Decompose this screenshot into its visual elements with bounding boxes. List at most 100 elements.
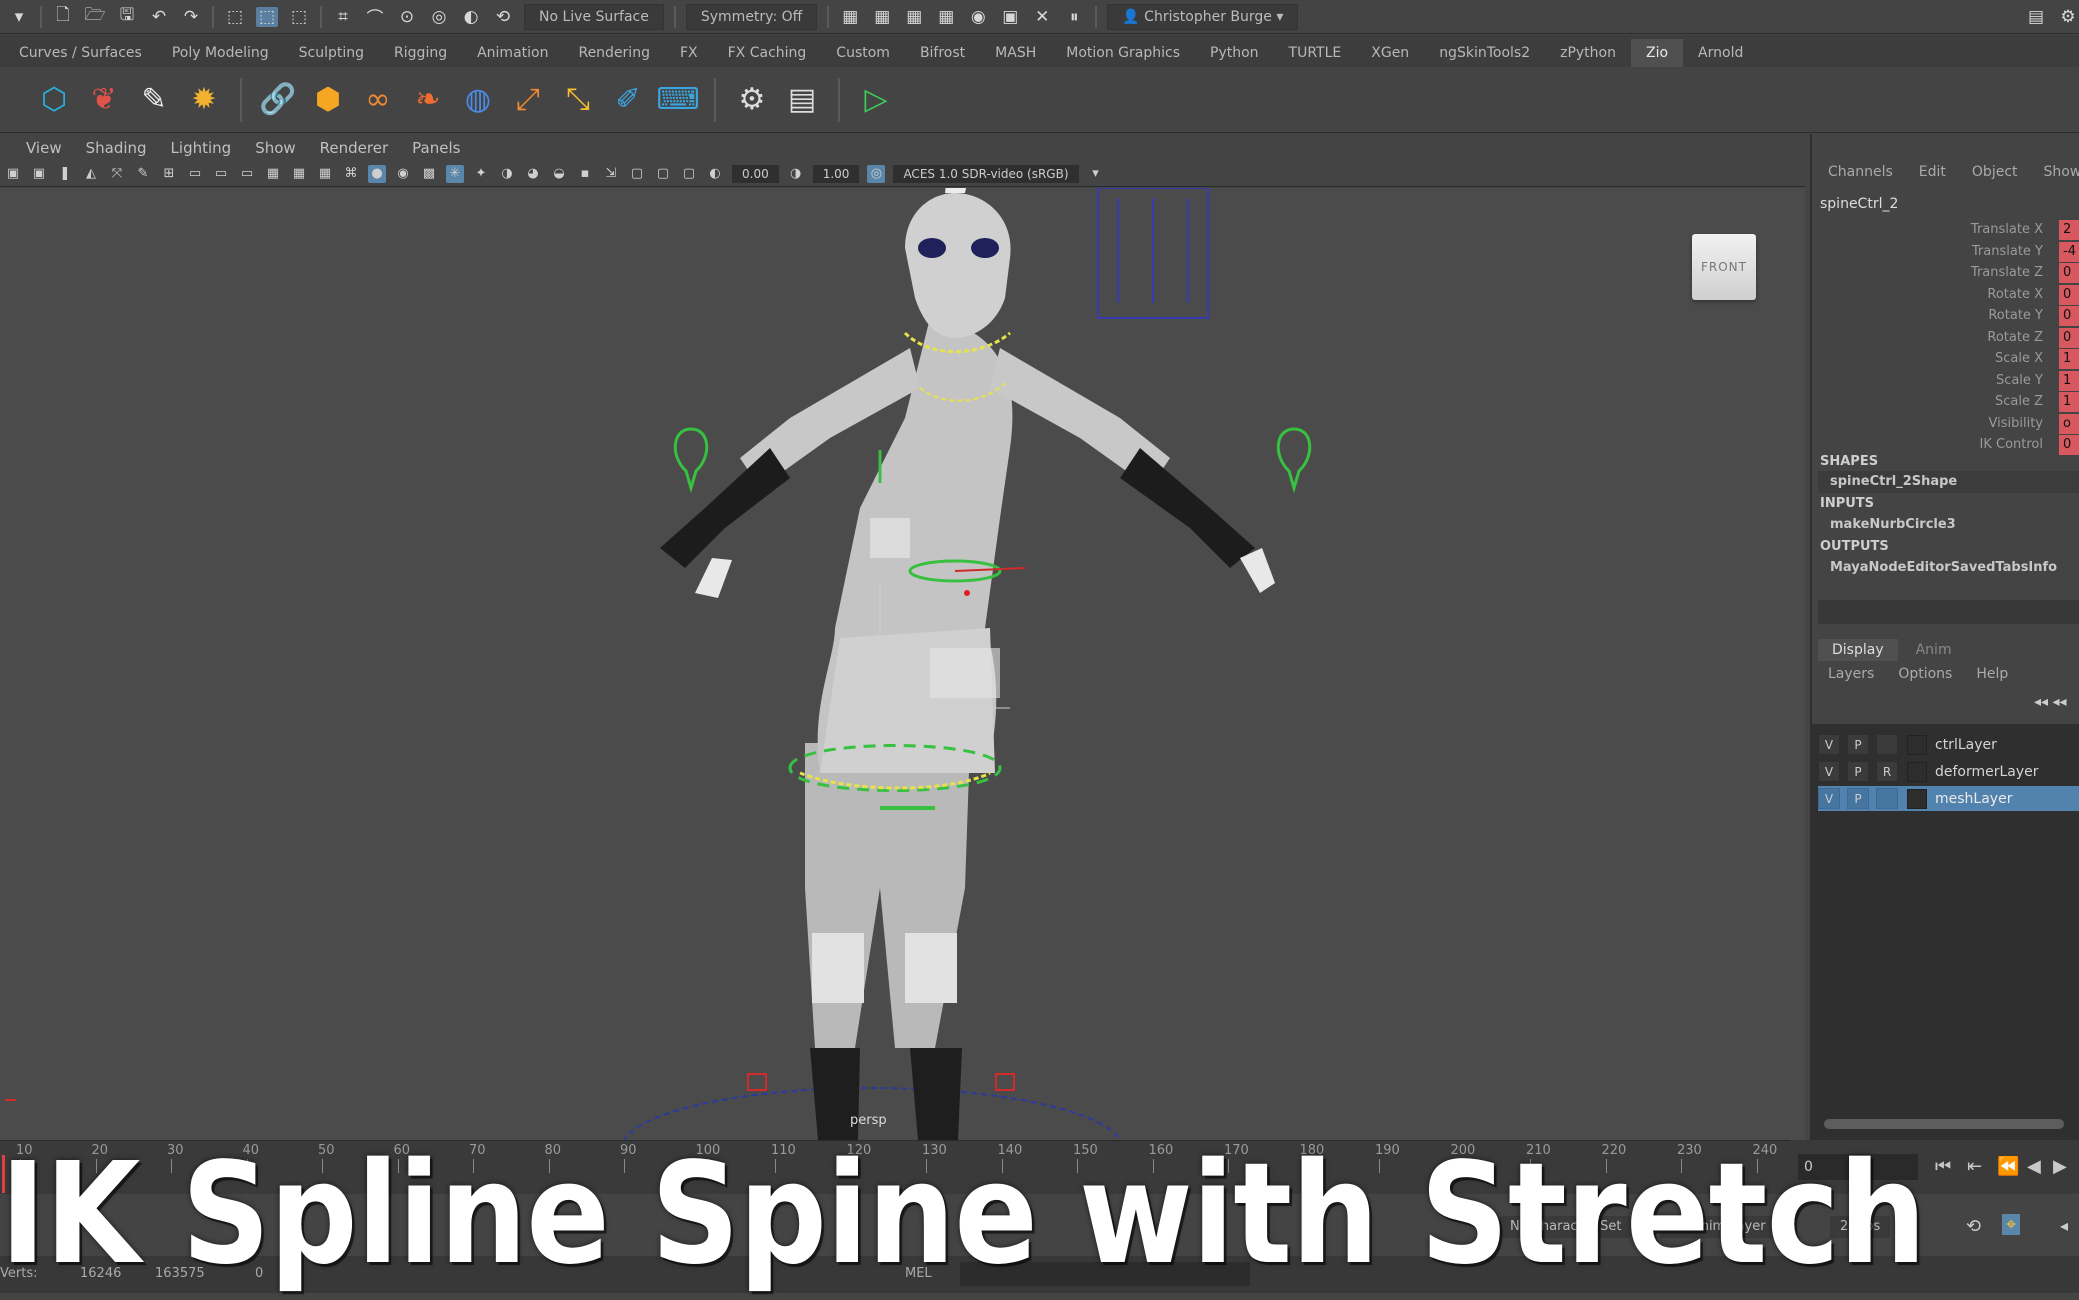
field-chart-icon[interactable]: ▦ xyxy=(264,165,282,183)
attribute-value[interactable]: o xyxy=(2059,413,2079,434)
attribute-value[interactable]: 0 xyxy=(2059,284,2079,305)
isolate-select-icon[interactable]: ⇲ xyxy=(602,165,620,183)
xray-joints-icon[interactable]: ✳ xyxy=(446,164,464,183)
xray-active-icon[interactable]: ▢ xyxy=(654,165,672,183)
attribute-row[interactable]: Translate Y -4 xyxy=(1812,241,2079,263)
layer-row[interactable]: V PctrlLayer xyxy=(1818,732,2079,757)
pause-icon[interactable]: ⏸ xyxy=(1063,7,1085,27)
stop-render-icon[interactable]: ✕ xyxy=(1031,7,1053,27)
shelf-tab[interactable]: Animation xyxy=(462,45,563,67)
auto-key-icon[interactable]: ⌖ xyxy=(2002,1214,2021,1235)
layer-display-type-toggle[interactable] xyxy=(1876,788,1898,809)
attribute-row[interactable]: Translate X 2 xyxy=(1812,220,2079,241)
redo-icon[interactable]: ↷ xyxy=(180,7,202,27)
panel-menu-item[interactable]: View xyxy=(26,139,62,157)
render-frame-icon[interactable]: ▦ xyxy=(839,7,861,27)
hexagon-tool-icon[interactable]: ⬡ xyxy=(34,80,74,120)
layer-playback-toggle[interactable]: P xyxy=(1847,788,1869,809)
selected-object-name[interactable]: spineCtrl_2 xyxy=(1820,196,1898,212)
channel-box-menu-item[interactable]: Edit xyxy=(1919,164,1946,180)
snap-surface-icon[interactable]: ◐ xyxy=(460,7,482,27)
snap-point-icon[interactable]: ⊙ xyxy=(396,7,418,27)
cube-icon[interactable]: ⬢ xyxy=(308,80,348,120)
orange-link-icon[interactable]: ∞ xyxy=(358,80,398,120)
red-leaf-tool-icon[interactable]: ❦ xyxy=(84,80,124,120)
attribute-value[interactable]: -4 xyxy=(2059,241,2079,262)
output-node[interactable]: MayaNodeEditorSavedTabsInfo xyxy=(1830,560,2057,575)
safe-title-icon[interactable]: ▦ xyxy=(316,165,334,183)
layer-editor-tab[interactable]: Anim xyxy=(1902,639,1966,661)
layer-playback-toggle[interactable]: P xyxy=(1847,734,1869,755)
panel-menu-item[interactable]: Shading xyxy=(86,139,147,157)
shelf-tab[interactable]: zPython xyxy=(1545,45,1631,67)
attribute-row[interactable]: Visibility o xyxy=(1812,413,2079,435)
2d-pan-zoom-icon[interactable]: ⤧ xyxy=(108,165,126,183)
render-sequence-icon[interactable]: ▦ xyxy=(871,7,893,27)
attribute-value[interactable]: 1 xyxy=(2059,392,2079,412)
film-gate-icon[interactable]: ▭ xyxy=(186,165,204,183)
shelf-tab[interactable]: Curves / Surfaces xyxy=(4,45,157,67)
layer-display-type-toggle[interactable]: R xyxy=(1876,761,1898,782)
smooth-shade-icon[interactable]: ● xyxy=(368,164,386,183)
safe-action-icon[interactable]: ▦ xyxy=(290,165,308,183)
resolution-gate-icon[interactable]: ▭ xyxy=(212,165,230,183)
user-account-dropdown[interactable]: 👤 Christopher Burge ▾ xyxy=(1107,3,1299,30)
spline-ik-icon[interactable]: ⤡ xyxy=(558,80,598,120)
snap-grid-icon[interactable]: ⌗ xyxy=(332,7,354,27)
save-scene-icon[interactable]: 🖫 xyxy=(116,5,138,27)
layer-visibility-toggle[interactable]: V xyxy=(1818,788,1840,809)
attribute-row[interactable]: Rotate Z 0 xyxy=(1812,327,2079,349)
camera-attributes-icon[interactable]: ▣ xyxy=(30,165,48,183)
go-to-start-icon[interactable]: ⏮ xyxy=(1935,1156,1951,1177)
play-script-icon[interactable]: ▷ xyxy=(856,80,896,120)
layer-display-type-toggle[interactable] xyxy=(1876,734,1898,755)
snap-curve-icon[interactable]: ⌒ xyxy=(364,7,386,29)
paint-weights-icon[interactable]: ✐ xyxy=(608,80,648,120)
layer-color-swatch[interactable] xyxy=(1907,734,1927,755)
xray-icon[interactable]: ▢ xyxy=(628,165,646,183)
chevron-down-icon[interactable]: ▾ xyxy=(1087,165,1105,183)
live-surface-field[interactable]: No Live Surface xyxy=(524,3,664,30)
panel-divider[interactable] xyxy=(1818,600,2079,624)
shelf-tab[interactable]: Poly Modeling xyxy=(157,45,284,67)
3d-viewport[interactable]: FRONT persp xyxy=(0,188,1805,1140)
symmetry-dropdown[interactable]: Symmetry: Off xyxy=(685,3,818,30)
history-icon[interactable]: ⟲ xyxy=(492,7,514,27)
grid-icon[interactable]: ⊞ xyxy=(160,165,178,183)
image-plane-icon[interactable]: ◭ xyxy=(82,165,100,183)
step-back-frame-icon[interactable]: ⏪ xyxy=(1997,1156,2019,1177)
layer-editor-menu-item[interactable]: Options xyxy=(1898,666,1952,682)
ambient-occlusion-icon[interactable]: ◕ xyxy=(524,165,542,183)
layer-visibility-toggle[interactable]: V xyxy=(1818,734,1840,755)
shape-node[interactable]: spineCtrl_2Shape xyxy=(1830,474,1957,489)
layer-editor-menu-item[interactable]: Help xyxy=(1976,666,2008,682)
move-layer-arrows-icon[interactable]: ◂◂ ◂◂ xyxy=(2034,694,2067,710)
panel-menu-item[interactable]: Lighting xyxy=(171,139,232,157)
select-object-icon[interactable]: ⬚ xyxy=(256,6,278,27)
attribute-row[interactable]: Rotate Y 0 xyxy=(1812,306,2079,327)
viewcube[interactable]: FRONT xyxy=(1692,234,1756,300)
grease-pencil-icon[interactable]: ✎ xyxy=(134,165,152,183)
gate-mask-icon[interactable]: ▭ xyxy=(238,165,256,183)
exposure-field[interactable]: 0.00 xyxy=(732,164,779,183)
shelf-tab[interactable]: TURTLE xyxy=(1274,45,1357,67)
attribute-row[interactable]: Translate Z 0 xyxy=(1812,263,2079,284)
select-component-icon[interactable]: ⬚ xyxy=(288,7,310,27)
motion-blur-icon[interactable]: ◒ xyxy=(550,165,568,183)
shadows-icon[interactable]: ◑ xyxy=(498,165,516,183)
shelf-tab[interactable]: Rigging xyxy=(379,45,462,67)
layer-row[interactable]: V P RdeformerLayer xyxy=(1818,759,2079,784)
open-scene-icon[interactable]: 🗁 xyxy=(84,5,106,27)
channel-box-menu-item[interactable]: Object xyxy=(1972,164,2018,180)
gamma-field[interactable]: 1.00 xyxy=(812,164,860,183)
colorspace-dropdown[interactable]: ACES 1.0 SDR-video (sRGB) xyxy=(893,164,1079,183)
layer-name[interactable]: meshLayer xyxy=(1935,791,2012,807)
shelf-tab[interactable]: Arnold xyxy=(1683,45,1758,67)
textured-icon[interactable]: ▩ xyxy=(420,165,438,183)
attribute-row[interactable]: Rotate X 0 xyxy=(1812,284,2079,306)
gamma-icon[interactable]: ◑ xyxy=(787,165,805,183)
layer-playback-toggle[interactable]: P xyxy=(1847,761,1869,782)
sphere-curve-icon[interactable]: ◍ xyxy=(458,80,498,120)
prefs-icon[interactable]: ◂ xyxy=(2060,1216,2068,1235)
color-management-icon[interactable]: ◎ xyxy=(867,164,886,183)
